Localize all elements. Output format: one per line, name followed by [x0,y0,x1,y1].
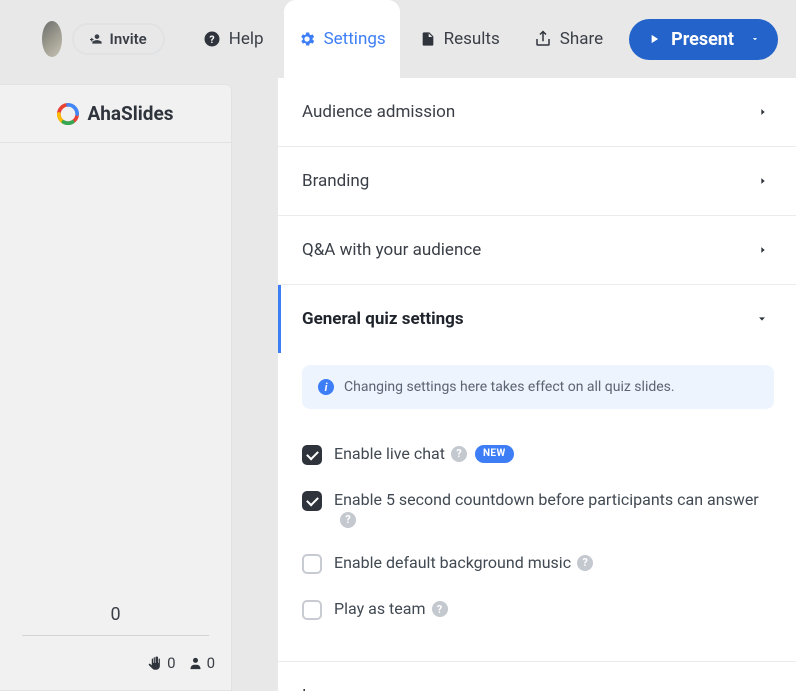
people-stat: 0 [188,654,215,672]
raise-count: 0 [167,654,175,672]
raise-hand-stat: 0 [148,654,175,672]
checkbox-live-chat[interactable] [302,445,322,465]
section-label: Audience admission [302,102,455,122]
option-team: Play as team ? [302,586,774,632]
people-count: 0 [207,654,215,672]
option-countdown: Enable 5 second countdown before partici… [302,477,774,539]
section-label: Language [302,686,377,691]
share-label: Share [560,29,603,49]
section-general-quiz[interactable]: General quiz settings [278,285,796,353]
play-icon [647,32,661,46]
option-label: Enable 5 second countdown before partici… [334,489,759,511]
section-qa[interactable]: Q&A with your audience [278,216,796,285]
help-label: Help [229,29,264,49]
chevron-down-icon [750,34,760,44]
brand-name: AhaSlides [87,102,173,125]
hand-icon [148,656,163,671]
file-icon [420,30,436,48]
avatar[interactable] [42,21,62,57]
checkbox-team[interactable] [302,600,322,620]
svg-text:?: ? [209,33,214,46]
option-label: Enable live chat [334,443,445,465]
share-nav[interactable]: Share [520,0,617,78]
results-nav[interactable]: Results [406,0,514,78]
section-audience-admission[interactable]: Audience admission [278,78,796,147]
section-label: Branding [302,171,369,191]
slide-list [0,143,231,602]
general-quiz-body: i Changing settings here takes effect on… [278,353,796,662]
help-icon[interactable]: ? [577,555,593,571]
chevron-right-icon [758,244,768,256]
settings-label: Settings [324,29,386,49]
option-label: Enable default background music [334,552,571,574]
help-icon[interactable]: ? [340,512,356,528]
person-icon [188,656,203,671]
invite-button[interactable]: Invite [72,23,165,55]
section-branding[interactable]: Branding [278,147,796,216]
section-label: General quiz settings [302,309,464,329]
settings-panel: Audience admission Branding Q&A with you… [278,78,796,691]
section-language[interactable]: Language [278,662,796,691]
chevron-down-icon [756,314,768,324]
checkbox-music[interactable] [302,554,322,574]
invite-label: Invite [110,30,147,48]
info-icon: i [318,379,334,395]
help-icon[interactable]: ? [451,446,467,462]
add-user-icon [90,32,104,46]
topbar: Invite ? Help Settings Results Share Pre… [0,0,796,78]
present-button[interactable]: Present [629,19,778,60]
info-bar: i Changing settings here takes effect on… [302,365,774,409]
results-label: Results [444,29,500,49]
share-icon [534,30,552,48]
help-icon: ? [203,30,221,48]
brand-header: AhaSlides [0,85,231,143]
chevron-right-icon [758,175,768,187]
info-text: Changing settings here takes effect on a… [344,379,675,395]
present-label: Present [671,29,734,50]
ahaslides-logo-icon [57,103,79,125]
new-badge: NEW [475,445,514,463]
checkbox-countdown[interactable] [302,491,322,511]
settings-nav[interactable]: Settings [284,0,400,78]
slide-count: 0 [22,602,209,636]
left-footer: 0 0 [0,636,231,690]
left-panel: AhaSlides 0 0 0 [0,84,232,691]
section-label: Q&A with your audience [302,240,481,260]
chevron-right-icon [758,106,768,118]
gear-icon [298,30,316,48]
option-label: Play as team [334,598,426,620]
help-icon[interactable]: ? [432,601,448,617]
option-music: Enable default background music ? [302,540,774,586]
help-nav[interactable]: ? Help [189,0,278,78]
option-live-chat: Enable live chat ? NEW [302,431,774,477]
